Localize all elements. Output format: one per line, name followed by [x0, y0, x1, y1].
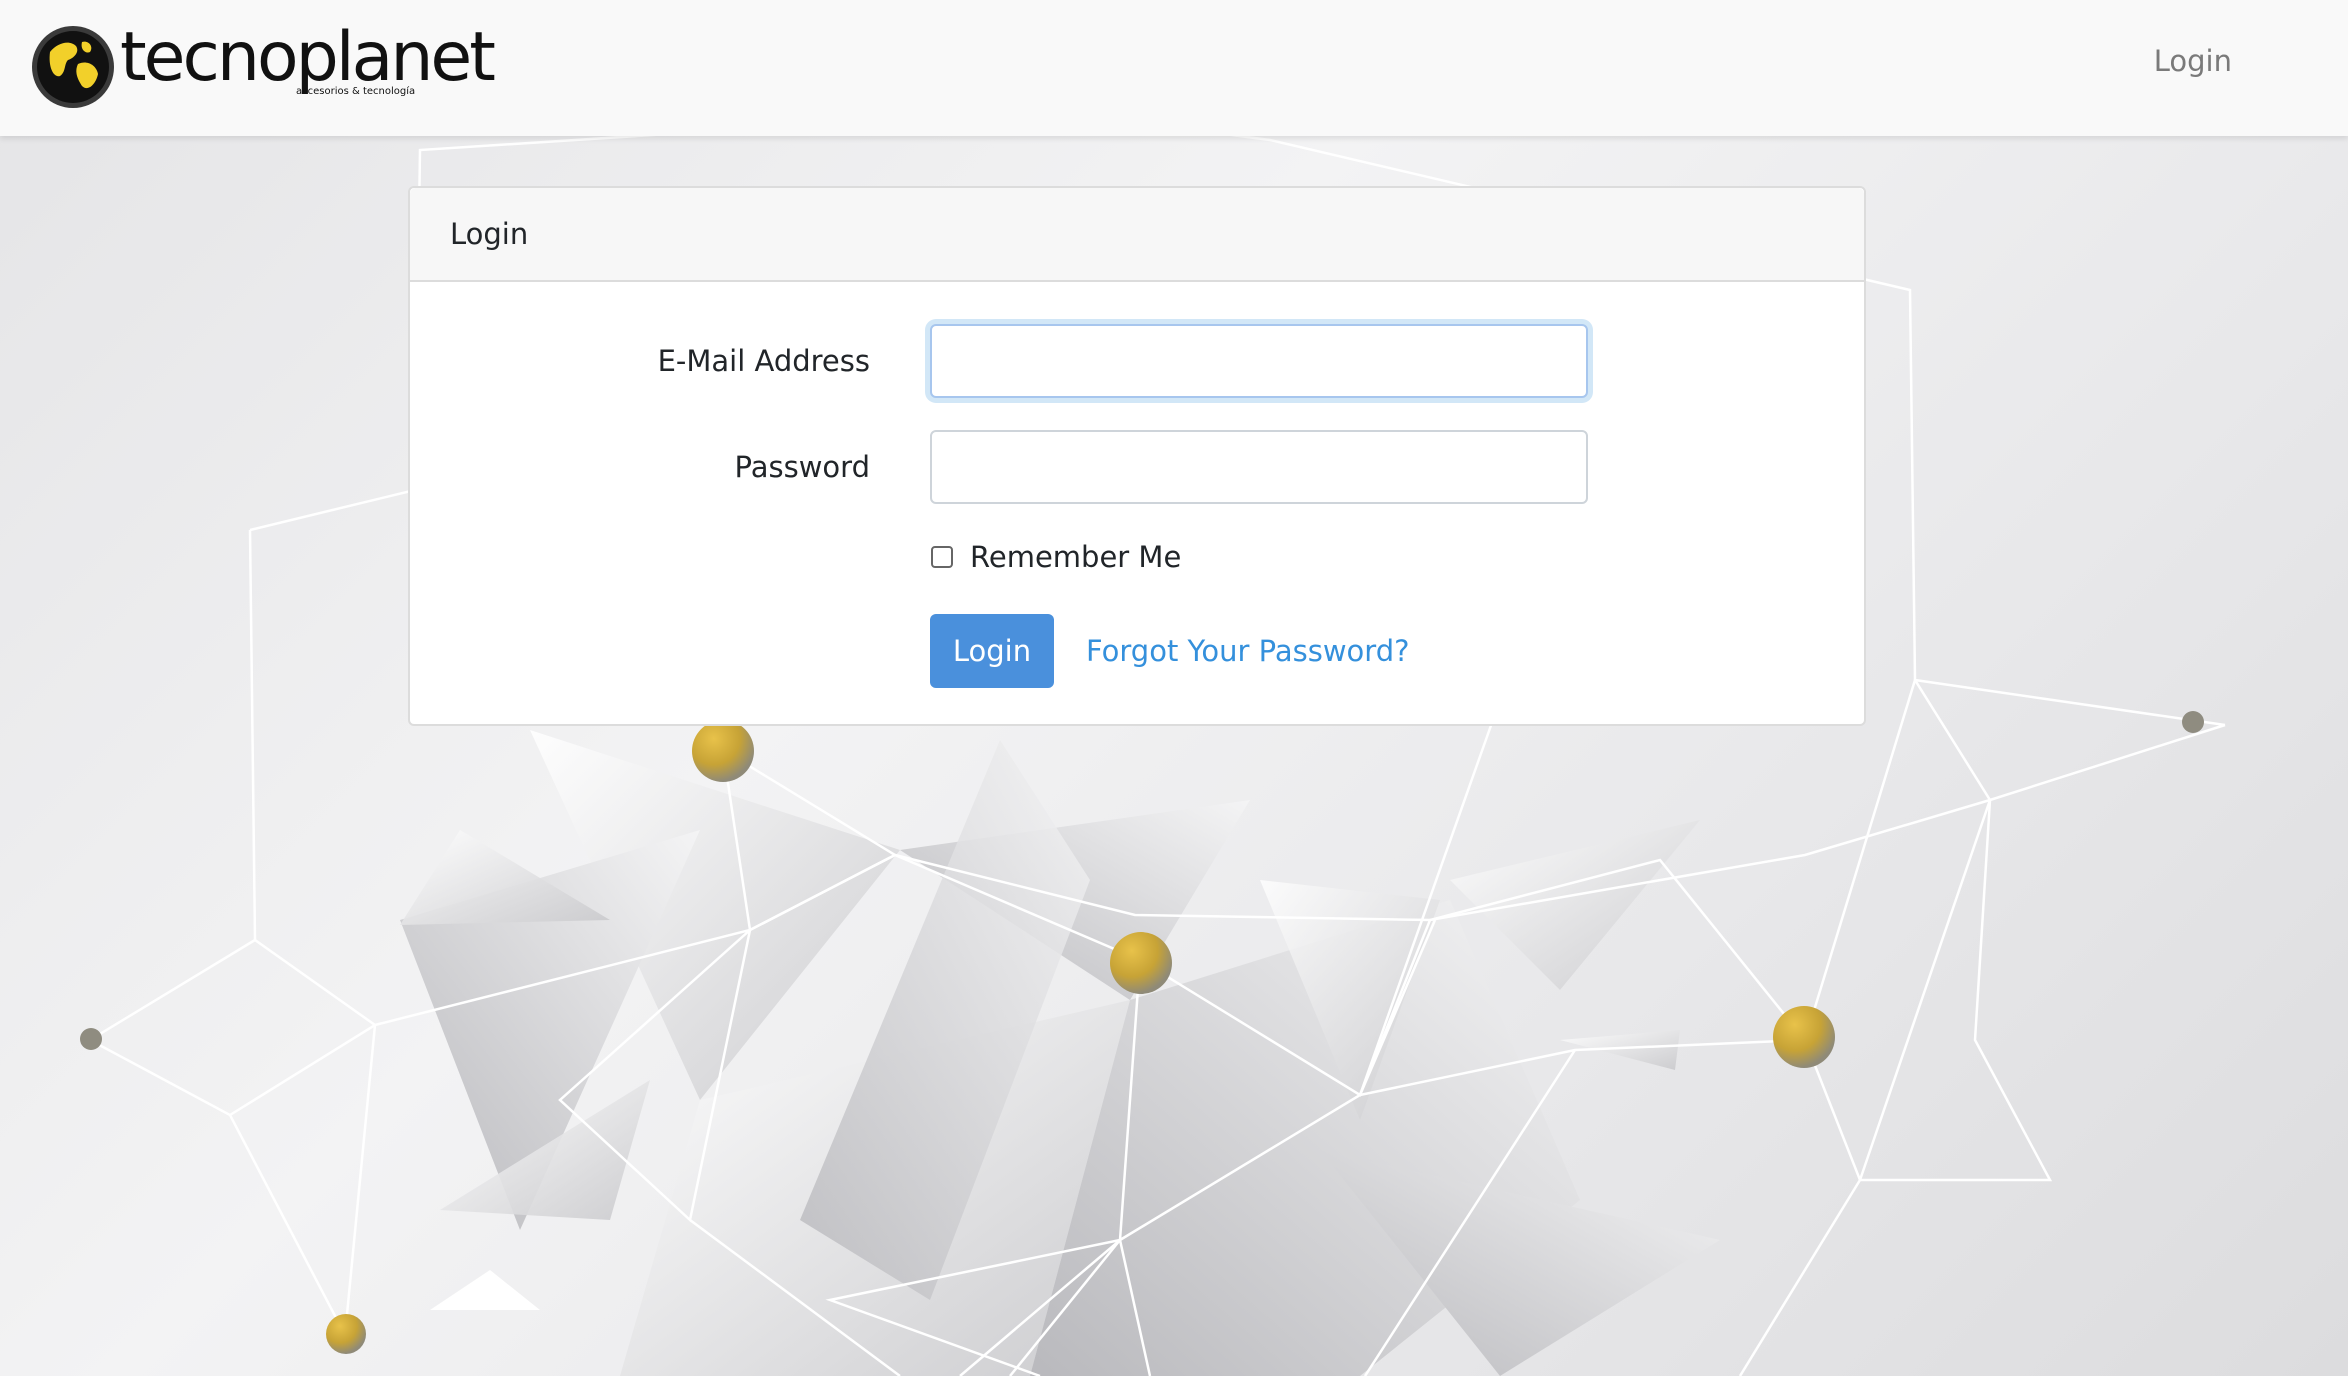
- polygon-facets: [400, 730, 1720, 1376]
- email-field[interactable]: [930, 324, 1588, 398]
- card-title: Login: [410, 188, 1864, 282]
- password-label: Password: [734, 450, 870, 484]
- login-button[interactable]: Login: [930, 614, 1054, 688]
- top-navbar: tecnoplanet accesorios & tecnología Logi…: [0, 0, 2348, 136]
- remember-me-checkbox[interactable]: [931, 546, 953, 568]
- login-card: Login E-Mail Address Password Remember M…: [408, 186, 1866, 726]
- globe-icon: [32, 26, 114, 108]
- nav-login-link[interactable]: Login: [2154, 44, 2232, 78]
- email-label: E-Mail Address: [657, 344, 870, 378]
- remember-me-label[interactable]: Remember Me: [970, 540, 1181, 574]
- password-field[interactable]: [930, 430, 1588, 504]
- forgot-password-link[interactable]: Forgot Your Password?: [1086, 634, 1410, 668]
- brand-tagline: accesorios & tecnología: [296, 86, 416, 97]
